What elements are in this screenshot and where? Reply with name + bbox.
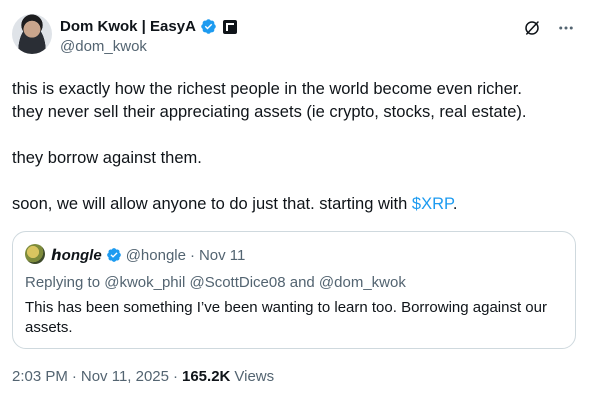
views-label: Views <box>234 368 275 385</box>
quote-avatar[interactable] <box>25 244 45 264</box>
quote-date[interactable]: Nov 11 <box>199 247 245 264</box>
quote-display-name[interactable]: ℎongle <box>51 246 102 264</box>
tweet-text: this is exactly how the richest people i… <box>12 78 582 216</box>
tweet-footer: 2:03 PM · Nov 11, 2025 · 165.2K Views <box>12 368 274 385</box>
views-count: 165.2K <box>182 368 231 385</box>
tweet-line-4: soon, we will allow anyone to do just th… <box>12 193 582 216</box>
author-name-row: Dom Kwok | EasyA <box>60 18 237 35</box>
tweet-date[interactable]: Nov 11, 2025 <box>81 368 169 385</box>
quote-handle[interactable]: @hongle <box>126 247 186 264</box>
grok-icon[interactable] <box>522 18 542 38</box>
quote-replying-to: Replying to @kwok_phil @ScottDice08 and … <box>25 274 406 291</box>
author-handle[interactable]: @dom_kwok <box>60 38 147 55</box>
quote-header: ℎongle @hongle · Nov 11 <box>51 246 245 265</box>
quote-separator: · <box>189 246 195 264</box>
quote-text: This has been something I’ve been wantin… <box>25 299 547 336</box>
tweet-line-4-suffix: . <box>452 195 458 213</box>
affiliate-badge-icon[interactable] <box>222 19 237 34</box>
avatar[interactable] <box>12 14 52 54</box>
quoted-tweet[interactable]: ℎongle @hongle · Nov 11 Replying to @kwo… <box>12 231 576 349</box>
footer-separator: · <box>71 368 77 385</box>
verified-badge-icon <box>201 19 216 34</box>
footer-separator: · <box>173 368 178 385</box>
author-display-name[interactable]: Dom Kwok | EasyA <box>60 18 196 35</box>
tweet-time[interactable]: 2:03 PM <box>12 368 68 385</box>
tweet-line-3: they borrow against them. <box>12 149 202 167</box>
cashtag-link[interactable]: $XRP <box>412 195 453 213</box>
more-icon[interactable] <box>556 18 576 38</box>
tweet-line-1: this is exactly how the richest people i… <box>12 80 522 98</box>
tweet-line-4-prefix: soon, we will allow anyone to do just th… <box>12 195 412 213</box>
tweet-actions <box>522 18 576 38</box>
verified-badge-icon <box>106 248 121 262</box>
tweet-line-2: they never sell their appreciating asset… <box>12 103 527 121</box>
